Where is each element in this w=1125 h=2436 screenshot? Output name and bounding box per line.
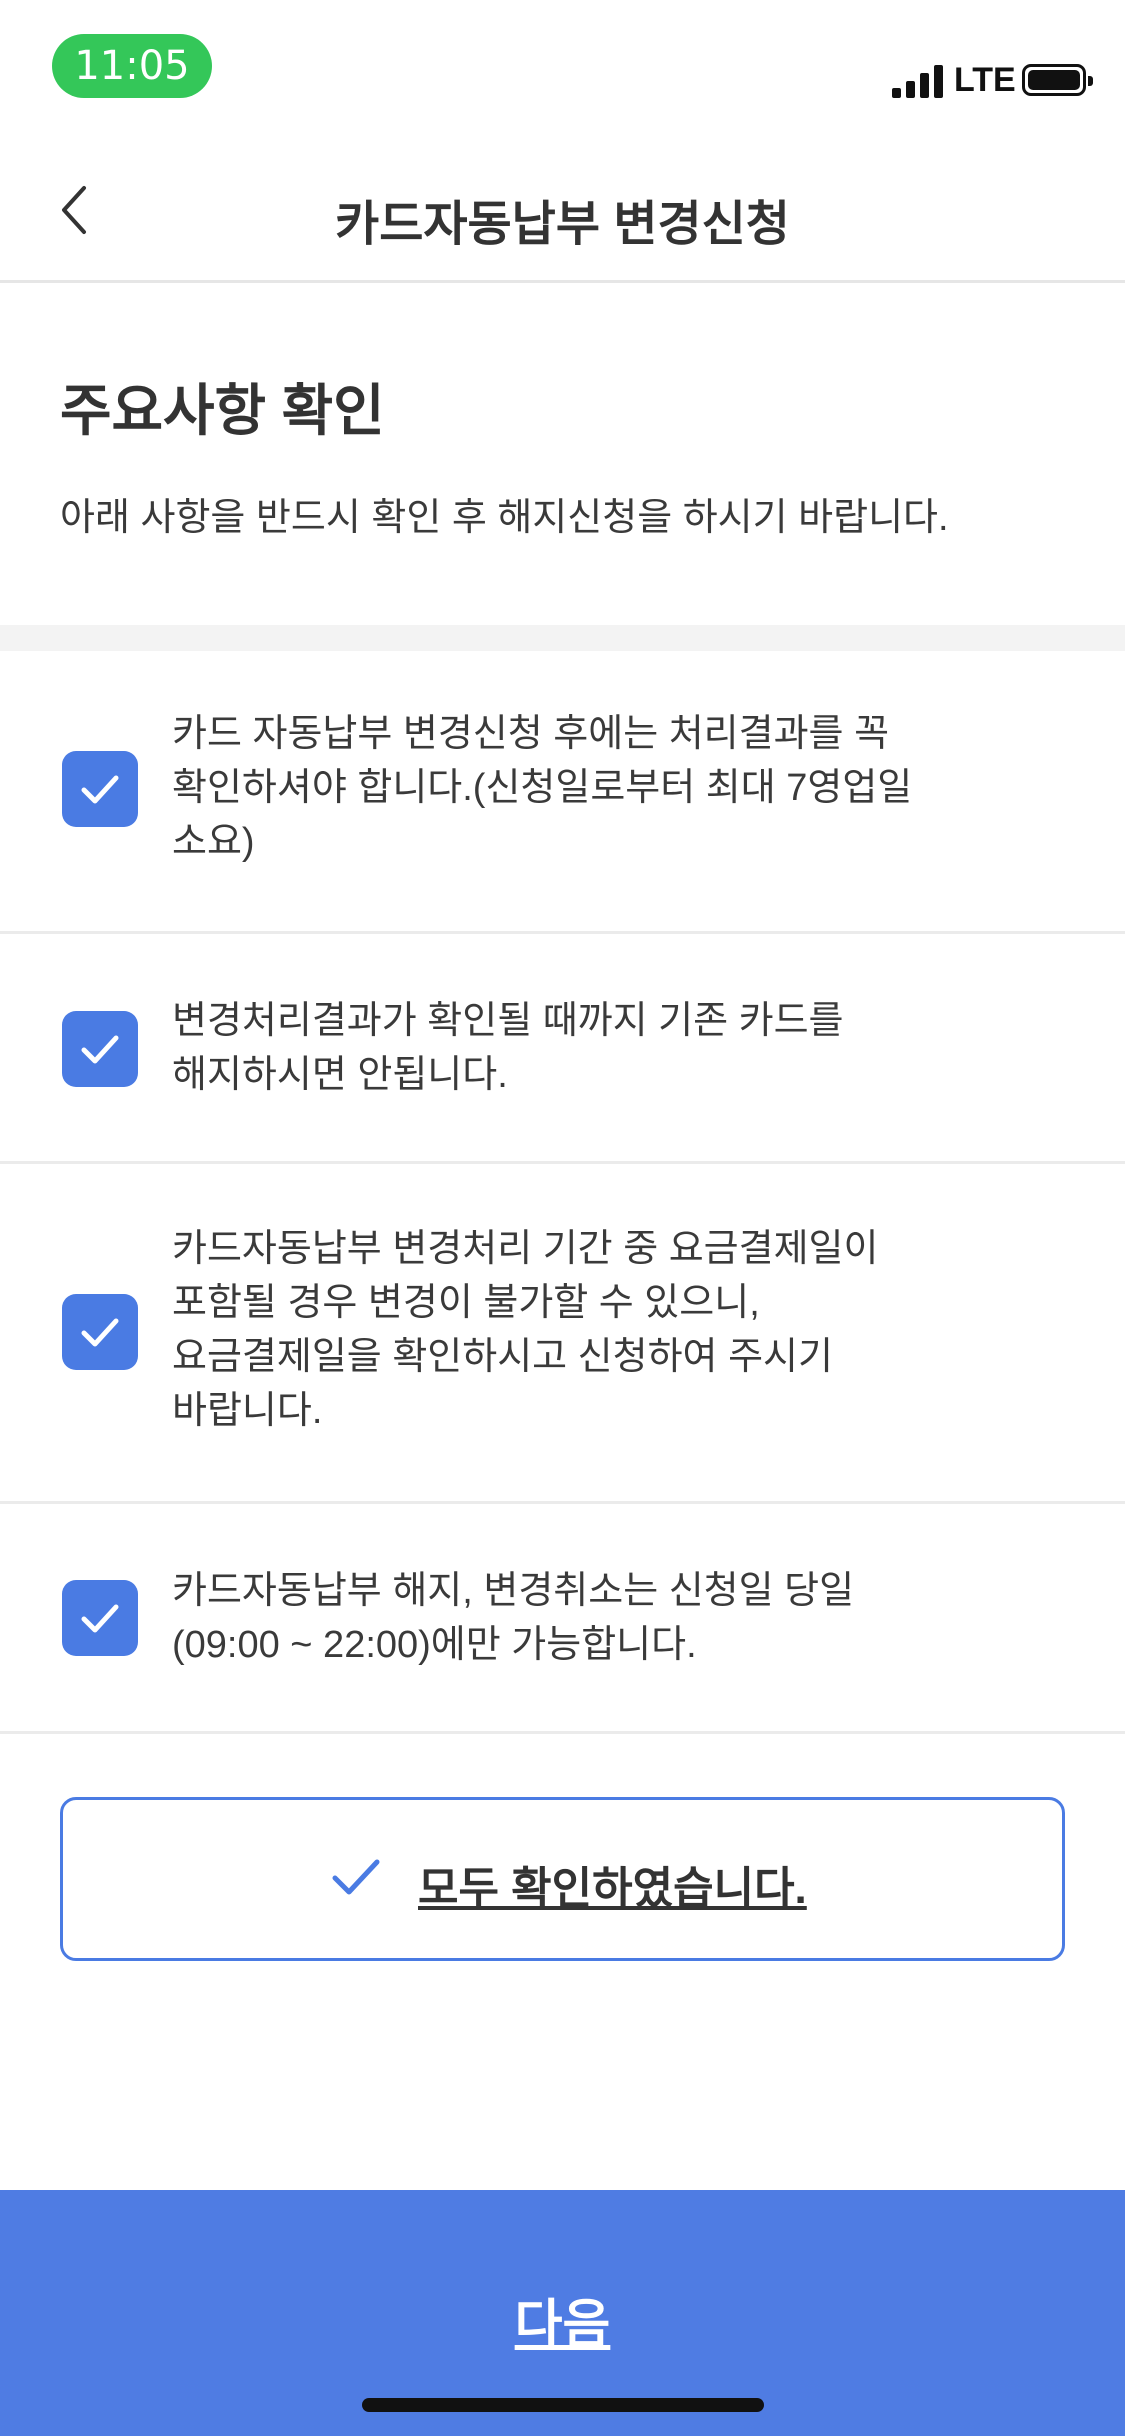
intro-section: 주요사항 확인 아래 사항을 반드시 확인 후 해지신청을 하시기 바랍니다. (0, 286, 1125, 626)
checkmark-icon (332, 1859, 380, 1895)
text-line: 카드 자동납부 변경신청 후에는 처리결과를 꼭 (172, 713, 890, 755)
text-line: 확인하셔야 합니다.(신청일로부터 최대 7영업일 (172, 767, 913, 809)
battery-icon (1022, 64, 1093, 96)
checkbox-checked[interactable] (62, 1580, 138, 1656)
checkmark-icon (81, 775, 119, 804)
check-item-text: 변경처리결과가 확인될 때까지 기존 카드를 해지하시면 안됩니다. (172, 994, 1065, 1102)
text-line: 포함될 경우 변경이 불가할 수 있으니, (172, 1282, 760, 1324)
status-bar: 11:05 LTE (0, 0, 1125, 140)
text-line: 변경처리결과가 확인될 때까지 기존 카드를 (172, 1000, 844, 1042)
check-item-text: 카드자동납부 변경처리 기간 중 요금결제일이 포함될 경우 변경이 불가할 수… (172, 1222, 1065, 1438)
check-item-2[interactable]: 변경처리결과가 확인될 때까지 기존 카드를 해지하시면 안됩니다. (0, 934, 1125, 1164)
status-time: 11:05 (52, 34, 212, 98)
check-item-4[interactable]: 카드자동납부 해지, 변경취소는 신청일 당일 (09:00 ~ 22:00)에… (0, 1504, 1125, 1734)
network-label: LTE (954, 61, 1016, 99)
check-item-text: 카드자동납부 해지, 변경취소는 신청일 당일 (09:00 ~ 22:00)에… (172, 1564, 1065, 1672)
section-title: 주요사항 확인 (60, 379, 385, 442)
screen: 11:05 LTE 카드자동납부 변경신청 주요사항 확인 아래 사항을 반드시… (0, 0, 1125, 2436)
text-line: 카드자동납부 변경처리 기간 중 요금결제일이 (172, 1228, 879, 1270)
home-indicator[interactable] (362, 2398, 764, 2412)
text-line: (09:00 ~ 22:00)에만 가능합니다. (172, 1624, 697, 1666)
section-description: 아래 사항을 반드시 확인 후 해지신청을 하시기 바랍니다. (60, 497, 949, 539)
checklist: 카드 자동납부 변경신청 후에는 처리결과를 꼭 확인하셔야 합니다.(신청일로… (0, 651, 1125, 1734)
check-item-1[interactable]: 카드 자동납부 변경신청 후에는 처리결과를 꼭 확인하셔야 합니다.(신청일로… (0, 651, 1125, 934)
checkbox-checked[interactable] (62, 1294, 138, 1370)
header: 카드자동납부 변경신청 (0, 140, 1125, 283)
confirm-all-button[interactable]: 모두 확인하였습니다. (60, 1797, 1065, 1961)
text-line: 바랍니다. (172, 1390, 323, 1432)
check-item-3[interactable]: 카드자동납부 변경처리 기간 중 요금결제일이 포함될 경우 변경이 불가할 수… (0, 1164, 1125, 1504)
checkmark-icon (81, 1318, 119, 1347)
page-title: 카드자동납부 변경신청 (335, 198, 790, 251)
signal-icon (892, 64, 944, 98)
text-line: 요금결제일을 확인하시고 신청하여 주시기 (172, 1336, 833, 1378)
text-line: 해지하시면 안됩니다. (172, 1054, 508, 1096)
text-line: 소요) (172, 821, 255, 863)
confirm-all-label: 모두 확인하였습니다. (418, 1864, 807, 1913)
divider-band (0, 625, 1125, 651)
checkmark-icon (81, 1604, 119, 1633)
checkbox-checked[interactable] (62, 751, 138, 827)
next-button-label: 다음 (514, 2296, 611, 2354)
text-line: 카드자동납부 해지, 변경취소는 신청일 당일 (172, 1570, 855, 1612)
checkmark-icon (81, 1035, 119, 1064)
checkbox-checked[interactable] (62, 1011, 138, 1087)
check-item-text: 카드 자동납부 변경신청 후에는 처리결과를 꼭 확인하셔야 합니다.(신청일로… (172, 707, 1065, 869)
